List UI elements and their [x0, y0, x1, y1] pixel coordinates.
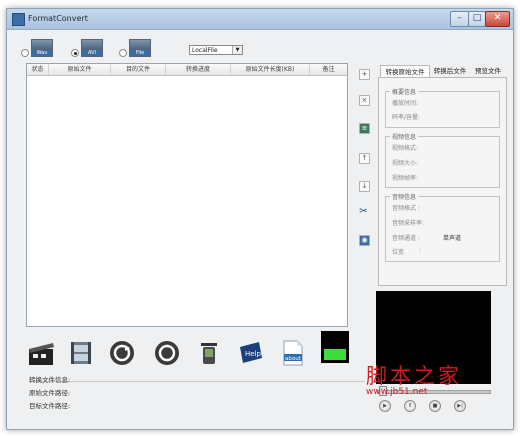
title-bar: FormatConvert – □ ✕	[7, 9, 513, 30]
help-button[interactable]: Help	[237, 339, 265, 367]
watermark-title: 脚本之家	[366, 364, 462, 388]
next-frame-icon[interactable]: ▶|	[454, 400, 466, 412]
video-info-group: 视频信息 视频格式: 视频大小: 视频帧率:	[385, 132, 500, 188]
audio-info-title: 音频信息	[390, 192, 419, 201]
info-tabs: 转换原始文件 转换后文件 预览文件	[380, 65, 504, 78]
video-format-label: 视频格式:	[392, 145, 419, 152]
general-info-group: 概要信息 播放时间: 码率/容量:	[385, 87, 500, 128]
column-header[interactable]: 目的文件	[111, 64, 166, 75]
app-window: FormatConvert – □ ✕ Wav AVI File LocalFi…	[6, 8, 514, 430]
source-select-value: LocalFile	[192, 47, 218, 54]
audio-format-label: 音频格式 :	[392, 205, 420, 212]
about-button[interactable]: about	[279, 339, 307, 367]
clapperboard-icon[interactable]	[27, 339, 55, 367]
avi-mode-icon[interactable]: AVI	[81, 39, 103, 57]
file-list[interactable]: 状态 原始文件 目的文件 转换进度 原始文件长度(KB) 备注	[26, 63, 348, 327]
source-path-label: 原始文件路径:	[29, 389, 71, 397]
duration-label: 播放时间:	[392, 100, 419, 107]
wav-mode-icon[interactable]: Wav	[31, 39, 53, 57]
pause-icon[interactable]: Ⅱ	[404, 400, 416, 412]
audio-samplerate-label: 音频采样率:	[392, 220, 425, 227]
file-list-header: 状态 原始文件 目的文件 转换进度 原始文件长度(KB) 备注	[27, 64, 347, 76]
window-title: FormatConvert	[28, 14, 88, 23]
camera-icon[interactable]: ◉	[359, 235, 370, 246]
general-info-title: 概要信息	[390, 87, 419, 96]
file-mode-icon[interactable]: File	[129, 39, 151, 57]
video-info-title: 视频信息	[390, 132, 419, 141]
convert-button[interactable]	[108, 339, 136, 367]
column-header[interactable]: 原始文件	[49, 64, 111, 75]
video-size-label: 视频大小:	[392, 160, 419, 167]
minimize-button[interactable]: –	[450, 11, 469, 27]
audio-bits-label: 位宽	[392, 249, 405, 256]
progress-fill	[324, 349, 346, 360]
info-panel: 概要信息 播放时间: 码率/容量: 视频信息 视频格式: 视频大小: 视频帧率:…	[378, 77, 507, 286]
progress-indicator	[321, 331, 349, 363]
target-path-label: 目标文件路径:	[29, 402, 71, 410]
bitrate-label: 码率/容量:	[392, 114, 421, 121]
mode-radio-file[interactable]	[119, 49, 127, 57]
column-header[interactable]: 状态	[27, 64, 49, 75]
app-icon	[12, 13, 25, 26]
column-header[interactable]: 原始文件长度(KB)	[231, 64, 310, 75]
audio-info-group: 音频信息 音频格式 : 音频采样率: 音频通道 : 单声道 位宽 :	[385, 192, 500, 262]
column-header[interactable]: 备注	[310, 64, 347, 75]
stop-button[interactable]	[153, 339, 181, 367]
mode-radio-wav[interactable]	[21, 49, 29, 57]
convert-info-label: 转换文件信息:	[29, 376, 71, 384]
source-select[interactable]: LocalFile ▼	[189, 45, 243, 55]
film-reel-icon[interactable]	[67, 339, 95, 367]
status-divider	[29, 381, 365, 382]
about-label: about	[285, 356, 302, 362]
add-file-icon[interactable]: +	[359, 69, 370, 80]
chevron-down-icon[interactable]: ▼	[232, 46, 242, 54]
stop-icon[interactable]: ■	[429, 400, 441, 412]
close-button[interactable]: ✕	[485, 11, 510, 27]
help-label: Help	[245, 350, 262, 358]
move-down-icon[interactable]: ↓	[359, 181, 370, 192]
tab-preview-file[interactable]: 预览文件	[472, 65, 504, 77]
scissors-icon[interactable]: ✂	[359, 207, 368, 217]
mode-radio-avi[interactable]	[71, 49, 79, 57]
tab-converted-file[interactable]: 转换后文件	[430, 65, 470, 77]
list-view-icon[interactable]: ≡	[359, 123, 370, 134]
video-framerate-label: 视频帧率:	[392, 175, 419, 182]
move-up-icon[interactable]: ↑	[359, 153, 370, 164]
audio-channels-value: 单声道	[443, 235, 462, 242]
watermark-url: www.jb51.net	[366, 387, 428, 397]
maximize-button[interactable]: □	[468, 11, 486, 27]
column-header[interactable]: 转换进度	[166, 64, 231, 75]
audio-channels-label: 音频通道 :	[392, 235, 420, 242]
remove-file-icon[interactable]: ×	[359, 95, 370, 106]
trash-icon[interactable]	[195, 339, 223, 367]
audio-bits-value: :	[419, 247, 422, 254]
play-icon[interactable]: ▶	[379, 400, 391, 412]
